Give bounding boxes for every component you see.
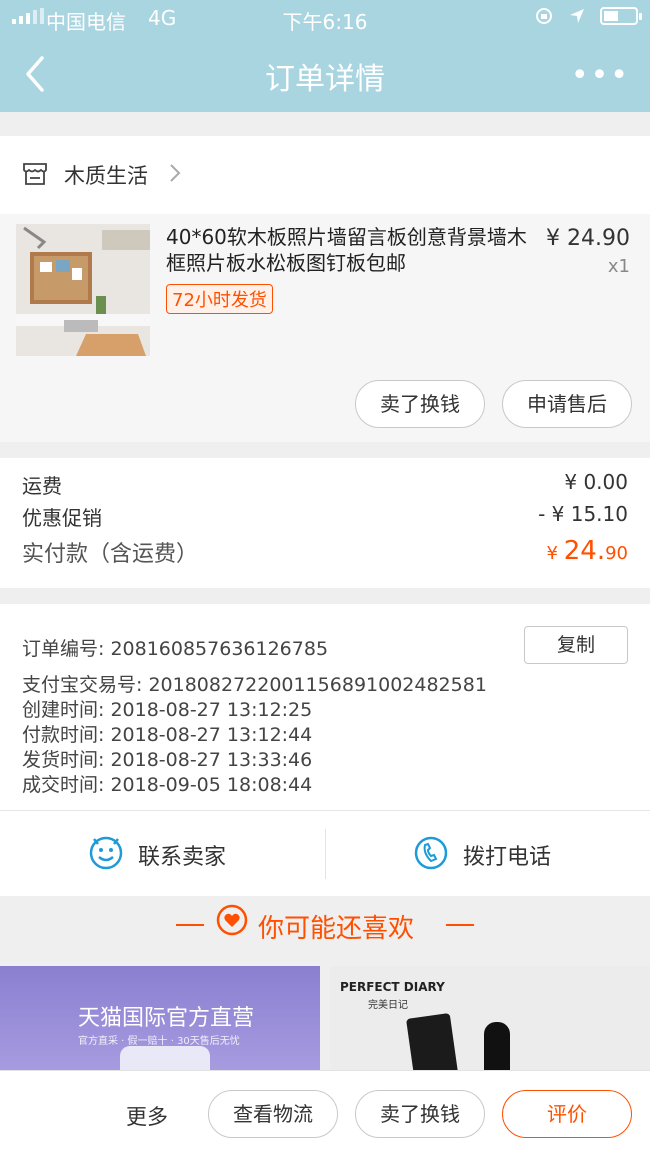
nav-bar: 订单详情 ••• [0, 36, 650, 112]
shipped-time: 发货时间: 2018-08-27 13:33:46 [22, 749, 313, 771]
recommend-grid: 天猫国际官方直营 官方直采 · 假一赔十 · 30天售后无忧 PERFECT D… [0, 966, 650, 1070]
phone-icon [414, 836, 448, 870]
call-button[interactable]: 拨打电话 [325, 811, 650, 897]
after-sales-button[interactable]: 申请售后 [502, 380, 632, 428]
copy-button[interactable]: 复制 [524, 626, 628, 664]
total-label: 实付款（含运费） [22, 542, 199, 567]
shop-header[interactable]: 木质生活 [0, 136, 650, 214]
status-bar: 中国电信 4G 下午6:16 [0, 0, 650, 36]
recommend-title: 你可能还喜欢 [258, 914, 415, 944]
recommend-card-tmall[interactable]: 天猫国际官方直营 官方直采 · 假一赔十 · 30天售后无忧 [0, 966, 320, 1070]
brand-name: PERFECT DIARY [340, 980, 445, 994]
resell-bottom-button[interactable]: 卖了换钱 [355, 1090, 485, 1138]
tmall-banner-subtitle: 官方直采 · 假一赔十 · 30天售后无忧 [78, 1036, 240, 1047]
completed-time: 成交时间: 2018-09-05 18:08:44 [22, 774, 313, 796]
contact-bar: 联系卖家 拨打电话 [0, 810, 650, 896]
product-jar-image [120, 1046, 210, 1070]
cosmetic-tube-image [406, 1013, 510, 1070]
resell-button[interactable]: 卖了换钱 [355, 380, 485, 428]
store-icon [23, 163, 47, 185]
shop-name[interactable]: 木质生活 [64, 160, 148, 190]
order-info: 订单编号: 208160857636126785 复制 支付宝交易号: 2018… [0, 604, 650, 810]
tmall-banner-title: 天猫国际官方直营 [78, 1006, 255, 1031]
product-thumbnail[interactable] [16, 224, 150, 356]
product-price: ¥ 24.90 [546, 226, 630, 251]
more-menu-icon[interactable]: ••• [571, 58, 630, 93]
shipping-label: 运费 [22, 474, 62, 498]
page-title: 订单详情 [265, 62, 385, 97]
order-number: 订单编号: 208160857636126785 [22, 638, 329, 660]
contact-seller-label[interactable]: 联系卖家 [138, 839, 226, 871]
rotation-lock-icon [536, 8, 552, 24]
more-button[interactable]: 更多 [126, 1101, 168, 1131]
shipping-value: ¥ 0.00 [564, 470, 628, 494]
discount-value: - ¥ 15.10 [538, 502, 628, 526]
created-time: 创建时间: 2018-08-27 13:12:25 [22, 699, 313, 721]
chat-face-icon [89, 836, 123, 870]
review-button[interactable]: 评价 [502, 1090, 632, 1138]
total-decimal: 90 [605, 543, 628, 564]
contact-seller-button[interactable]: 联系卖家 [0, 811, 325, 897]
total-value: ¥ 24.90 [547, 536, 628, 566]
product-title[interactable]: 40*60软木板照片墙留言板创意背景墙木框照片板水松板图钉板包邮 [166, 224, 532, 276]
paid-time: 付款时间: 2018-08-27 13:12:44 [22, 724, 313, 746]
shipping-badge: 72小时发货 [166, 284, 273, 314]
shipping-row: 运费 ¥ 0.00 [22, 470, 628, 499]
discount-label: 优惠促销 [22, 506, 102, 530]
heart-icon [216, 904, 248, 936]
location-icon [570, 9, 584, 23]
view-logistics-button[interactable]: 查看物流 [208, 1090, 338, 1138]
call-label[interactable]: 拨打电话 [463, 839, 551, 871]
recommend-card-perfect-diary[interactable]: PERFECT DIARY 完美日记 [330, 966, 650, 1070]
alipay-number: 支付宝交易号: 2018082722001156891002482581 [22, 674, 487, 696]
product-item[interactable]: 40*60软木板照片墙留言板创意背景墙木框照片板水松板图钉板包邮 72小时发货 … [0, 214, 650, 442]
recommend-header: 你可能还喜欢 [0, 896, 650, 966]
bottom-action-bar: 更多 查看物流 卖了换钱 评价 [0, 1070, 650, 1156]
decor-line-right [446, 924, 474, 926]
product-quantity: x1 [607, 256, 630, 277]
battery-icon [600, 7, 642, 25]
total-currency: ¥ [546, 543, 564, 564]
decor-line-left [176, 924, 204, 926]
total-integer: 24. [563, 536, 606, 566]
discount-row: 优惠促销 - ¥ 15.10 [22, 502, 628, 531]
total-row: 实付款（含运费） ¥ 24.90 [22, 536, 628, 568]
chevron-right-icon [170, 164, 181, 182]
fee-summary: 运费 ¥ 0.00 优惠促销 - ¥ 15.10 实付款（含运费） ¥ 24.9… [0, 458, 650, 588]
